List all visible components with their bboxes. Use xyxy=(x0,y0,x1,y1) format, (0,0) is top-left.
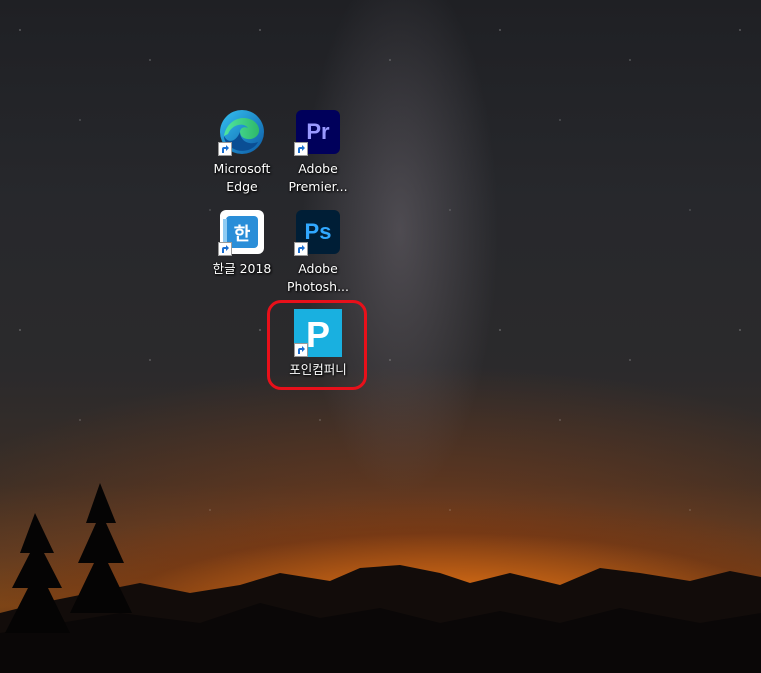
shortcut-arrow-icon xyxy=(218,142,232,156)
edge-icon xyxy=(218,108,266,156)
icon-label: Microsoft Edge xyxy=(213,161,271,194)
desktop-icon-adobe-premiere[interactable]: Pr Adobe Premier... xyxy=(281,108,355,196)
wallpaper-mountains xyxy=(0,483,761,673)
icon-label: Adobe Photosh... xyxy=(286,261,349,294)
desktop-icon-adobe-photoshop[interactable]: Ps Adobe Photosh... xyxy=(281,208,355,296)
desktop-icon-microsoft-edge[interactable]: Microsoft Edge xyxy=(205,108,279,196)
shortcut-arrow-icon xyxy=(294,242,308,256)
icon-label: Adobe Premier... xyxy=(288,161,348,194)
shortcut-arrow-icon xyxy=(294,142,308,156)
icon-label: 한글 2018 xyxy=(212,261,272,276)
premiere-icon: Pr xyxy=(294,108,342,156)
photoshop-icon: Ps xyxy=(294,208,342,256)
highlight-box xyxy=(267,300,367,390)
hangul-glyph: 한 xyxy=(234,224,251,245)
desktop: Microsoft Edge Pr Adobe Premier... 한 한글 … xyxy=(0,0,761,673)
hangul-icon: 한 xyxy=(218,208,266,256)
shortcut-arrow-icon xyxy=(218,242,232,256)
desktop-icon-hangul-2018[interactable]: 한 한글 2018 xyxy=(205,208,279,278)
